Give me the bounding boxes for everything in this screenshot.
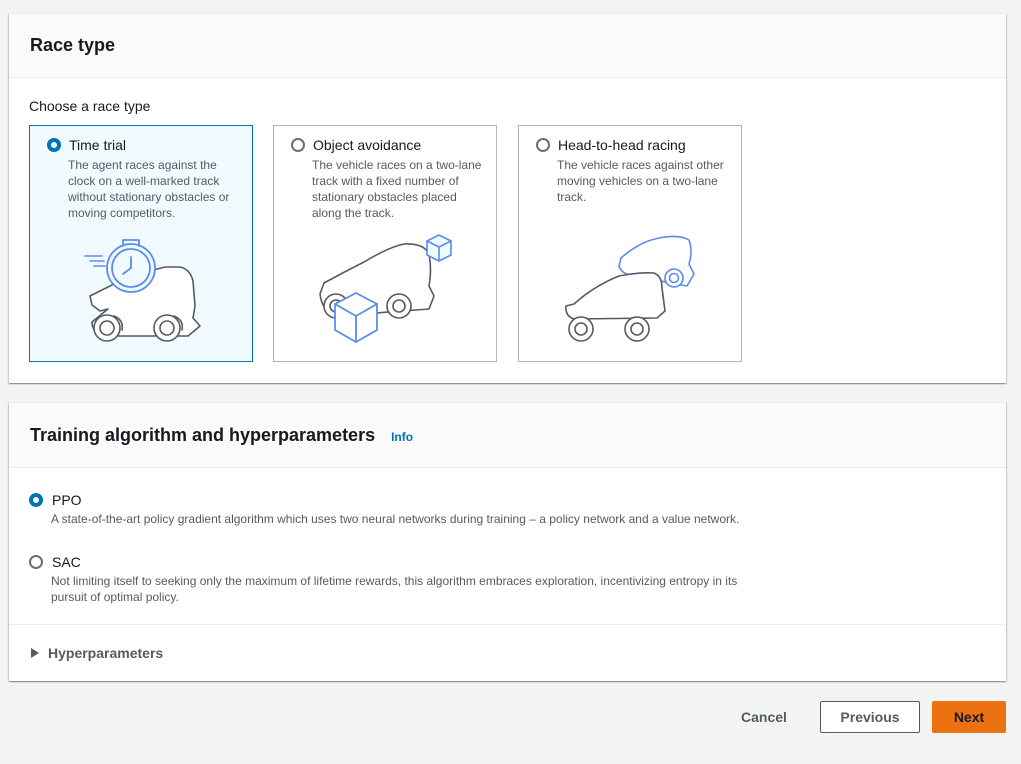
race-type-prompt: Choose a race type xyxy=(29,98,151,114)
object-avoidance-radio[interactable] xyxy=(291,138,305,152)
race-option-time-trial[interactable]: Time trial The agent races against the c… xyxy=(29,125,253,362)
race-option-head: Time trial xyxy=(47,137,126,153)
head-to-head-label: Head-to-head racing xyxy=(558,137,686,153)
sac-label: SAC xyxy=(52,554,81,570)
cancel-button[interactable]: Cancel xyxy=(724,701,804,733)
ppo-label: PPO xyxy=(52,492,82,508)
algorithm-head: SAC xyxy=(29,554,749,570)
divider xyxy=(9,624,1006,625)
training-title: Training algorithm and hyperparameters xyxy=(30,424,376,445)
race-option-object-avoidance[interactable]: Object avoidance The vehicle races on a … xyxy=(273,125,497,362)
caret-right-icon xyxy=(31,648,39,658)
race-type-title: Race type xyxy=(30,35,116,55)
training-header: Training algorithm and hyperparameters I… xyxy=(9,403,1006,468)
ppo-description: A state-of-the-art policy gradient algor… xyxy=(51,512,740,526)
race-type-panel: Race type Choose a race type Time trial … xyxy=(9,13,1006,383)
head-to-head-radio[interactable] xyxy=(536,138,550,152)
race-option-head: Object avoidance xyxy=(291,137,421,153)
next-button[interactable]: Next xyxy=(932,701,1006,733)
head-to-head-description: The vehicle races against other moving v… xyxy=(557,158,724,204)
time-trial-label: Time trial xyxy=(69,137,127,153)
race-option-head-to-head[interactable]: Head-to-head racing The vehicle races ag… xyxy=(518,125,742,362)
algorithm-option-ppo[interactable]: PPO A state-of-the-art policy gradient a… xyxy=(29,492,749,527)
ppo-radio[interactable] xyxy=(29,493,43,507)
sac-description: Not limiting itself to seeking only the … xyxy=(51,574,738,604)
time-trial-radio[interactable] xyxy=(47,138,61,152)
info-link[interactable]: Info xyxy=(391,430,413,444)
object-avoidance-description: The vehicle races on a two-lane track wi… xyxy=(312,158,482,220)
sac-radio[interactable] xyxy=(29,555,43,569)
algorithm-option-sac[interactable]: SAC Not limiting itself to seeking only … xyxy=(29,554,749,605)
race-option-head: Head-to-head racing xyxy=(536,137,686,153)
race-type-header: Race type xyxy=(9,14,1006,78)
hyperparameters-expander[interactable]: Hyperparameters xyxy=(31,645,163,661)
hyperparameters-label: Hyperparameters xyxy=(48,645,164,661)
training-panel: Training algorithm and hyperparameters I… xyxy=(9,402,1006,681)
object-avoidance-label: Object avoidance xyxy=(313,137,422,153)
time-trial-description: The agent races against the clock on a w… xyxy=(68,158,230,220)
previous-button[interactable]: Previous xyxy=(820,701,920,733)
algorithm-head: PPO xyxy=(29,492,749,508)
